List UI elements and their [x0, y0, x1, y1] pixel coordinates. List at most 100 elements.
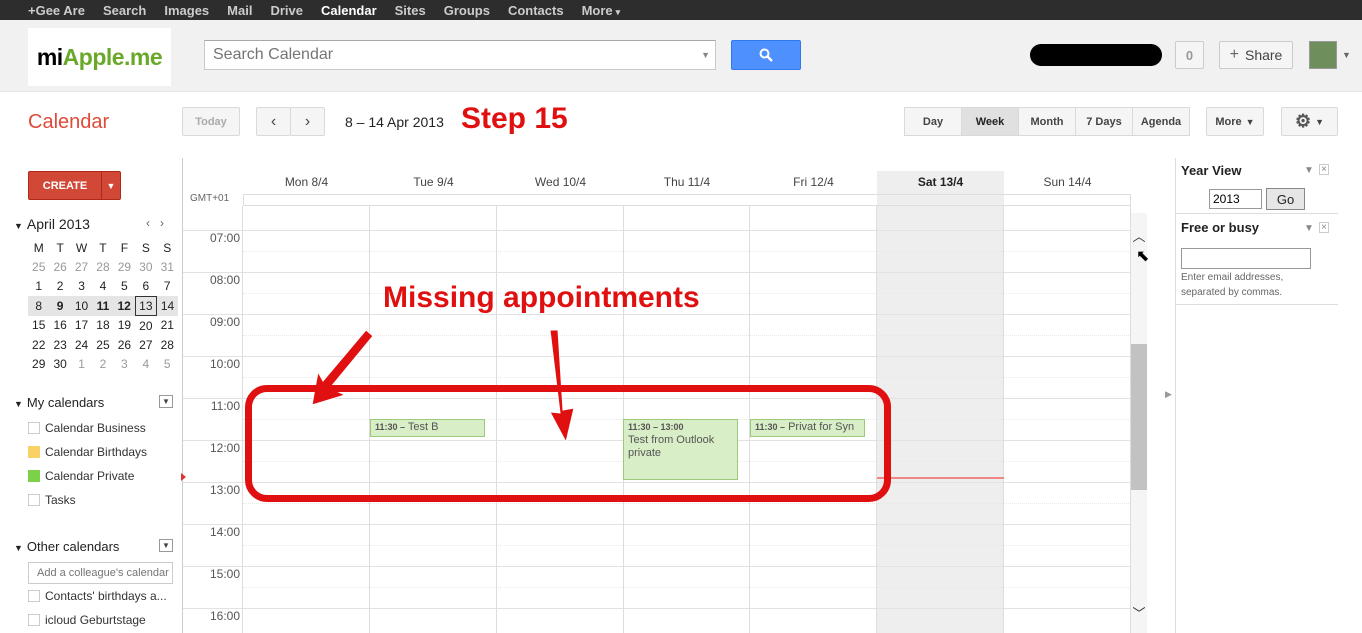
close-icon[interactable]: ×	[1319, 164, 1329, 175]
calendar-item[interactable]: Contacts' birthdays a...	[28, 589, 167, 603]
mini-day[interactable]: 1	[28, 277, 49, 296]
mini-day[interactable]: 1	[71, 354, 92, 373]
chevron-down-icon[interactable]: ▼	[1304, 165, 1314, 176]
mini-day[interactable]: 25	[28, 257, 49, 276]
mini-day[interactable]: 8	[28, 296, 50, 316]
prev-period-button[interactable]: ‹	[256, 107, 291, 136]
mini-prev-icon[interactable]: ‹	[146, 216, 150, 230]
other-calendars-menu-icon[interactable]: ▼	[159, 539, 173, 552]
mini-day[interactable]: 4	[135, 354, 156, 373]
calendar-item[interactable]: Tasks	[28, 493, 76, 507]
mini-day[interactable]: 15	[28, 316, 49, 335]
mini-day[interactable]: 26	[114, 335, 135, 354]
topbar-search-link[interactable]: Search	[103, 3, 146, 18]
mini-day[interactable]: 19	[114, 316, 135, 335]
topbar-drive-link[interactable]: Drive	[270, 3, 303, 18]
day-header-today[interactable]: Sat 13/4	[877, 175, 1004, 189]
day-header[interactable]: Thu 11/4	[624, 175, 750, 189]
my-calendars-menu-icon[interactable]: ▼	[159, 395, 173, 408]
mini-day[interactable]: 17	[71, 316, 92, 335]
share-button[interactable]: + Share	[1219, 41, 1293, 69]
mini-day[interactable]: 29	[114, 257, 135, 276]
view-day-button[interactable]: Day	[904, 107, 962, 136]
mini-day[interactable]: 29	[28, 354, 49, 373]
my-calendars-header[interactable]: ▼ My calendars	[14, 395, 104, 410]
scroll-up-icon[interactable]: ︿	[1131, 226, 1147, 245]
search-button[interactable]	[731, 40, 801, 70]
view-month-button[interactable]: Month	[1018, 107, 1076, 136]
mini-day[interactable]: 10	[70, 296, 93, 316]
scrollbar-thumb[interactable]	[1131, 344, 1147, 490]
settings-button[interactable]: ⚙ ▼	[1281, 107, 1338, 136]
topbar-sites-link[interactable]: Sites	[395, 3, 426, 18]
topbar-profile-link[interactable]: +Gee Are	[28, 3, 85, 18]
mini-day[interactable]: 3	[71, 277, 92, 296]
calendar-item[interactable]: Calendar Birthdays	[28, 445, 147, 459]
calendar-item[interactable]: Calendar Private	[28, 469, 134, 483]
mini-day[interactable]: 18	[92, 316, 113, 335]
mini-day[interactable]: 5	[157, 354, 178, 373]
mini-day[interactable]: 14	[156, 296, 178, 316]
day-header[interactable]: Fri 12/4	[750, 175, 877, 189]
mini-day[interactable]: 30	[135, 257, 156, 276]
mini-day[interactable]: 2	[49, 277, 70, 296]
mini-day[interactable]: 22	[28, 335, 49, 354]
scroll-down-icon[interactable]: ﹀	[1131, 603, 1147, 622]
create-button[interactable]: CREATE	[29, 172, 102, 199]
mini-day[interactable]: 3	[114, 354, 135, 373]
day-header[interactable]: Mon 8/4	[243, 175, 370, 189]
mini-day[interactable]: 28	[92, 257, 113, 276]
mini-day[interactable]: 23	[49, 335, 70, 354]
mini-day[interactable]: 5	[114, 277, 135, 296]
mini-day-today[interactable]: 13	[134, 295, 158, 317]
go-button[interactable]: Go	[1266, 188, 1305, 210]
day-header[interactable]: Wed 10/4	[497, 175, 624, 189]
mini-day[interactable]: 31	[157, 257, 178, 276]
day-header[interactable]: Sun 14/4	[1004, 175, 1131, 189]
avatar[interactable]	[1309, 41, 1337, 69]
more-button[interactable]: More ▼	[1206, 107, 1264, 136]
mini-day[interactable]: 30	[49, 354, 70, 373]
add-colleague-input[interactable]	[28, 562, 173, 584]
mini-day[interactable]: 21	[157, 316, 178, 335]
view-agenda-button[interactable]: Agenda	[1132, 107, 1190, 136]
today-button[interactable]: Today	[182, 107, 240, 136]
mini-day[interactable]: 2	[92, 354, 113, 373]
calendar-item[interactable]: icloud Geburtstage	[28, 613, 146, 627]
calendar-item[interactable]: Calendar Business	[28, 421, 146, 435]
search-input[interactable]	[205, 41, 695, 69]
day-header[interactable]: Tue 9/4	[370, 175, 497, 189]
search-options-icon[interactable]: ▼	[701, 50, 710, 60]
mini-day[interactable]: 20	[135, 316, 156, 335]
notifications-button[interactable]: 0	[1175, 41, 1204, 69]
mini-day[interactable]: 26	[49, 257, 70, 276]
mini-day[interactable]: 25	[92, 335, 113, 354]
topbar-more-menu[interactable]: More ▾	[582, 3, 621, 18]
mini-day[interactable]: 27	[135, 335, 156, 354]
topbar-calendar-link[interactable]: Calendar	[321, 3, 377, 18]
mini-day[interactable]: 7	[157, 277, 178, 296]
email-addresses-field[interactable]	[1181, 248, 1311, 269]
chevron-down-icon[interactable]: ▼	[1342, 50, 1351, 60]
topbar-images-link[interactable]: Images	[164, 3, 209, 18]
mini-day[interactable]: 28	[157, 335, 178, 354]
all-day-row[interactable]	[243, 194, 1131, 206]
mini-day[interactable]: 4	[92, 277, 113, 296]
other-calendars-header[interactable]: ▼ Other calendars	[14, 539, 119, 554]
collapse-pane-icon[interactable]: ▶	[1165, 389, 1172, 400]
topbar-groups-link[interactable]: Groups	[444, 3, 490, 18]
close-icon[interactable]: ×	[1319, 222, 1329, 233]
mini-day[interactable]: 11	[92, 296, 114, 316]
collapse-icon[interactable]: ▼	[14, 221, 23, 231]
view-7days-button[interactable]: 7 Days	[1075, 107, 1133, 136]
mini-day[interactable]: 16	[49, 316, 70, 335]
year-input[interactable]	[1209, 189, 1262, 209]
mini-day[interactable]: 24	[71, 335, 92, 354]
mini-day[interactable]: 27	[71, 257, 92, 276]
create-dropdown-icon[interactable]: ▼	[102, 172, 120, 199]
view-week-button[interactable]: Week	[961, 107, 1019, 136]
chevron-down-icon[interactable]: ▼	[1304, 223, 1314, 234]
mini-next-icon[interactable]: ›	[160, 216, 164, 230]
mini-day[interactable]: 9	[49, 296, 71, 316]
next-period-button[interactable]: ›	[290, 107, 325, 136]
